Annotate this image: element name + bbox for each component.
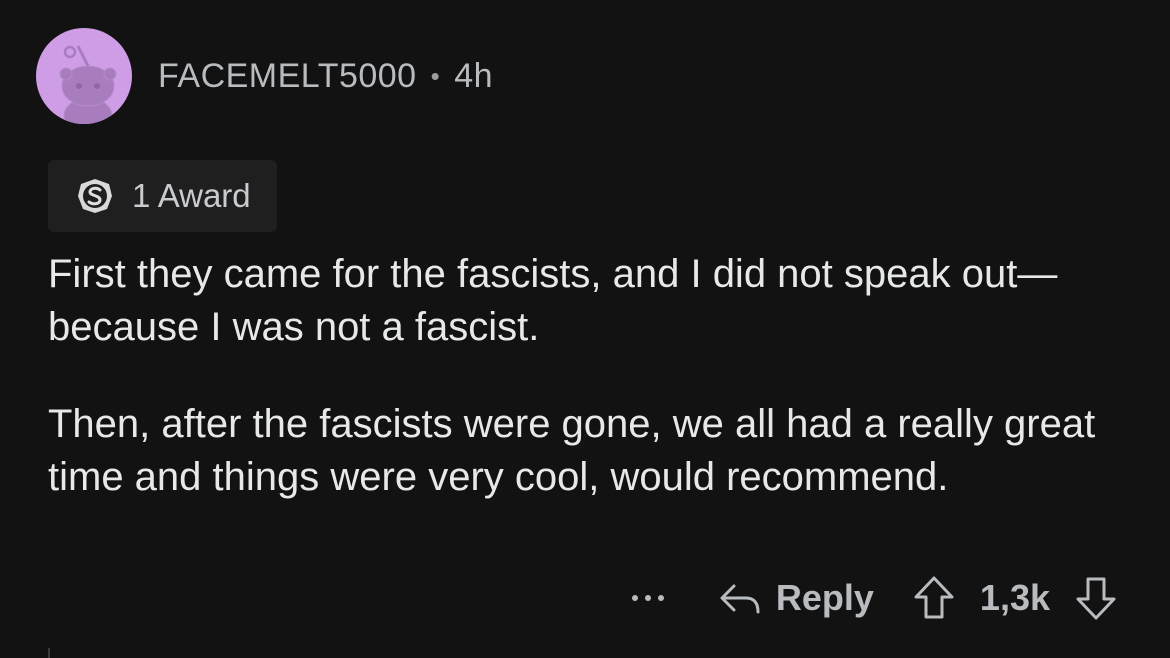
award-label: 1 Award: [132, 177, 251, 214]
more-options-icon[interactable]: [631, 595, 664, 601]
reply-arrow-icon: [720, 584, 760, 614]
comment-body: First they came for the fascists, and I …: [48, 248, 1128, 548]
comment-paragraph: Then, after the fascists were gone, we a…: [48, 402, 1096, 499]
comment-actions: Reply 1,3k: [631, 570, 1118, 626]
comment-meta: FACEMELT5000 • 4h: [158, 57, 493, 96]
comment: FACEMELT5000 • 4h 1 Award First they cam…: [0, 0, 1170, 658]
award-badge[interactable]: 1 Award: [48, 160, 277, 232]
avatar[interactable]: [36, 28, 132, 124]
thread-line[interactable]: [48, 648, 50, 658]
reply-button[interactable]: Reply: [718, 577, 874, 619]
meta-separator: •: [430, 60, 441, 91]
username[interactable]: FACEMELT5000: [158, 57, 417, 96]
comment-header: FACEMELT5000 • 4h: [36, 28, 493, 124]
comment-paragraph: First they came for the fascists, and I …: [48, 252, 1058, 349]
timestamp: 4h: [454, 56, 494, 95]
reply-label: Reply: [775, 577, 874, 618]
vote-count: 1,3k: [979, 577, 1050, 618]
downvote-arrow-icon[interactable]: [1074, 575, 1118, 621]
silver-award-icon: [78, 179, 112, 213]
upvote-arrow-icon[interactable]: [912, 575, 956, 621]
vote-controls: 1,3k: [912, 575, 1118, 621]
snoo-avatar-icon: [59, 45, 117, 124]
